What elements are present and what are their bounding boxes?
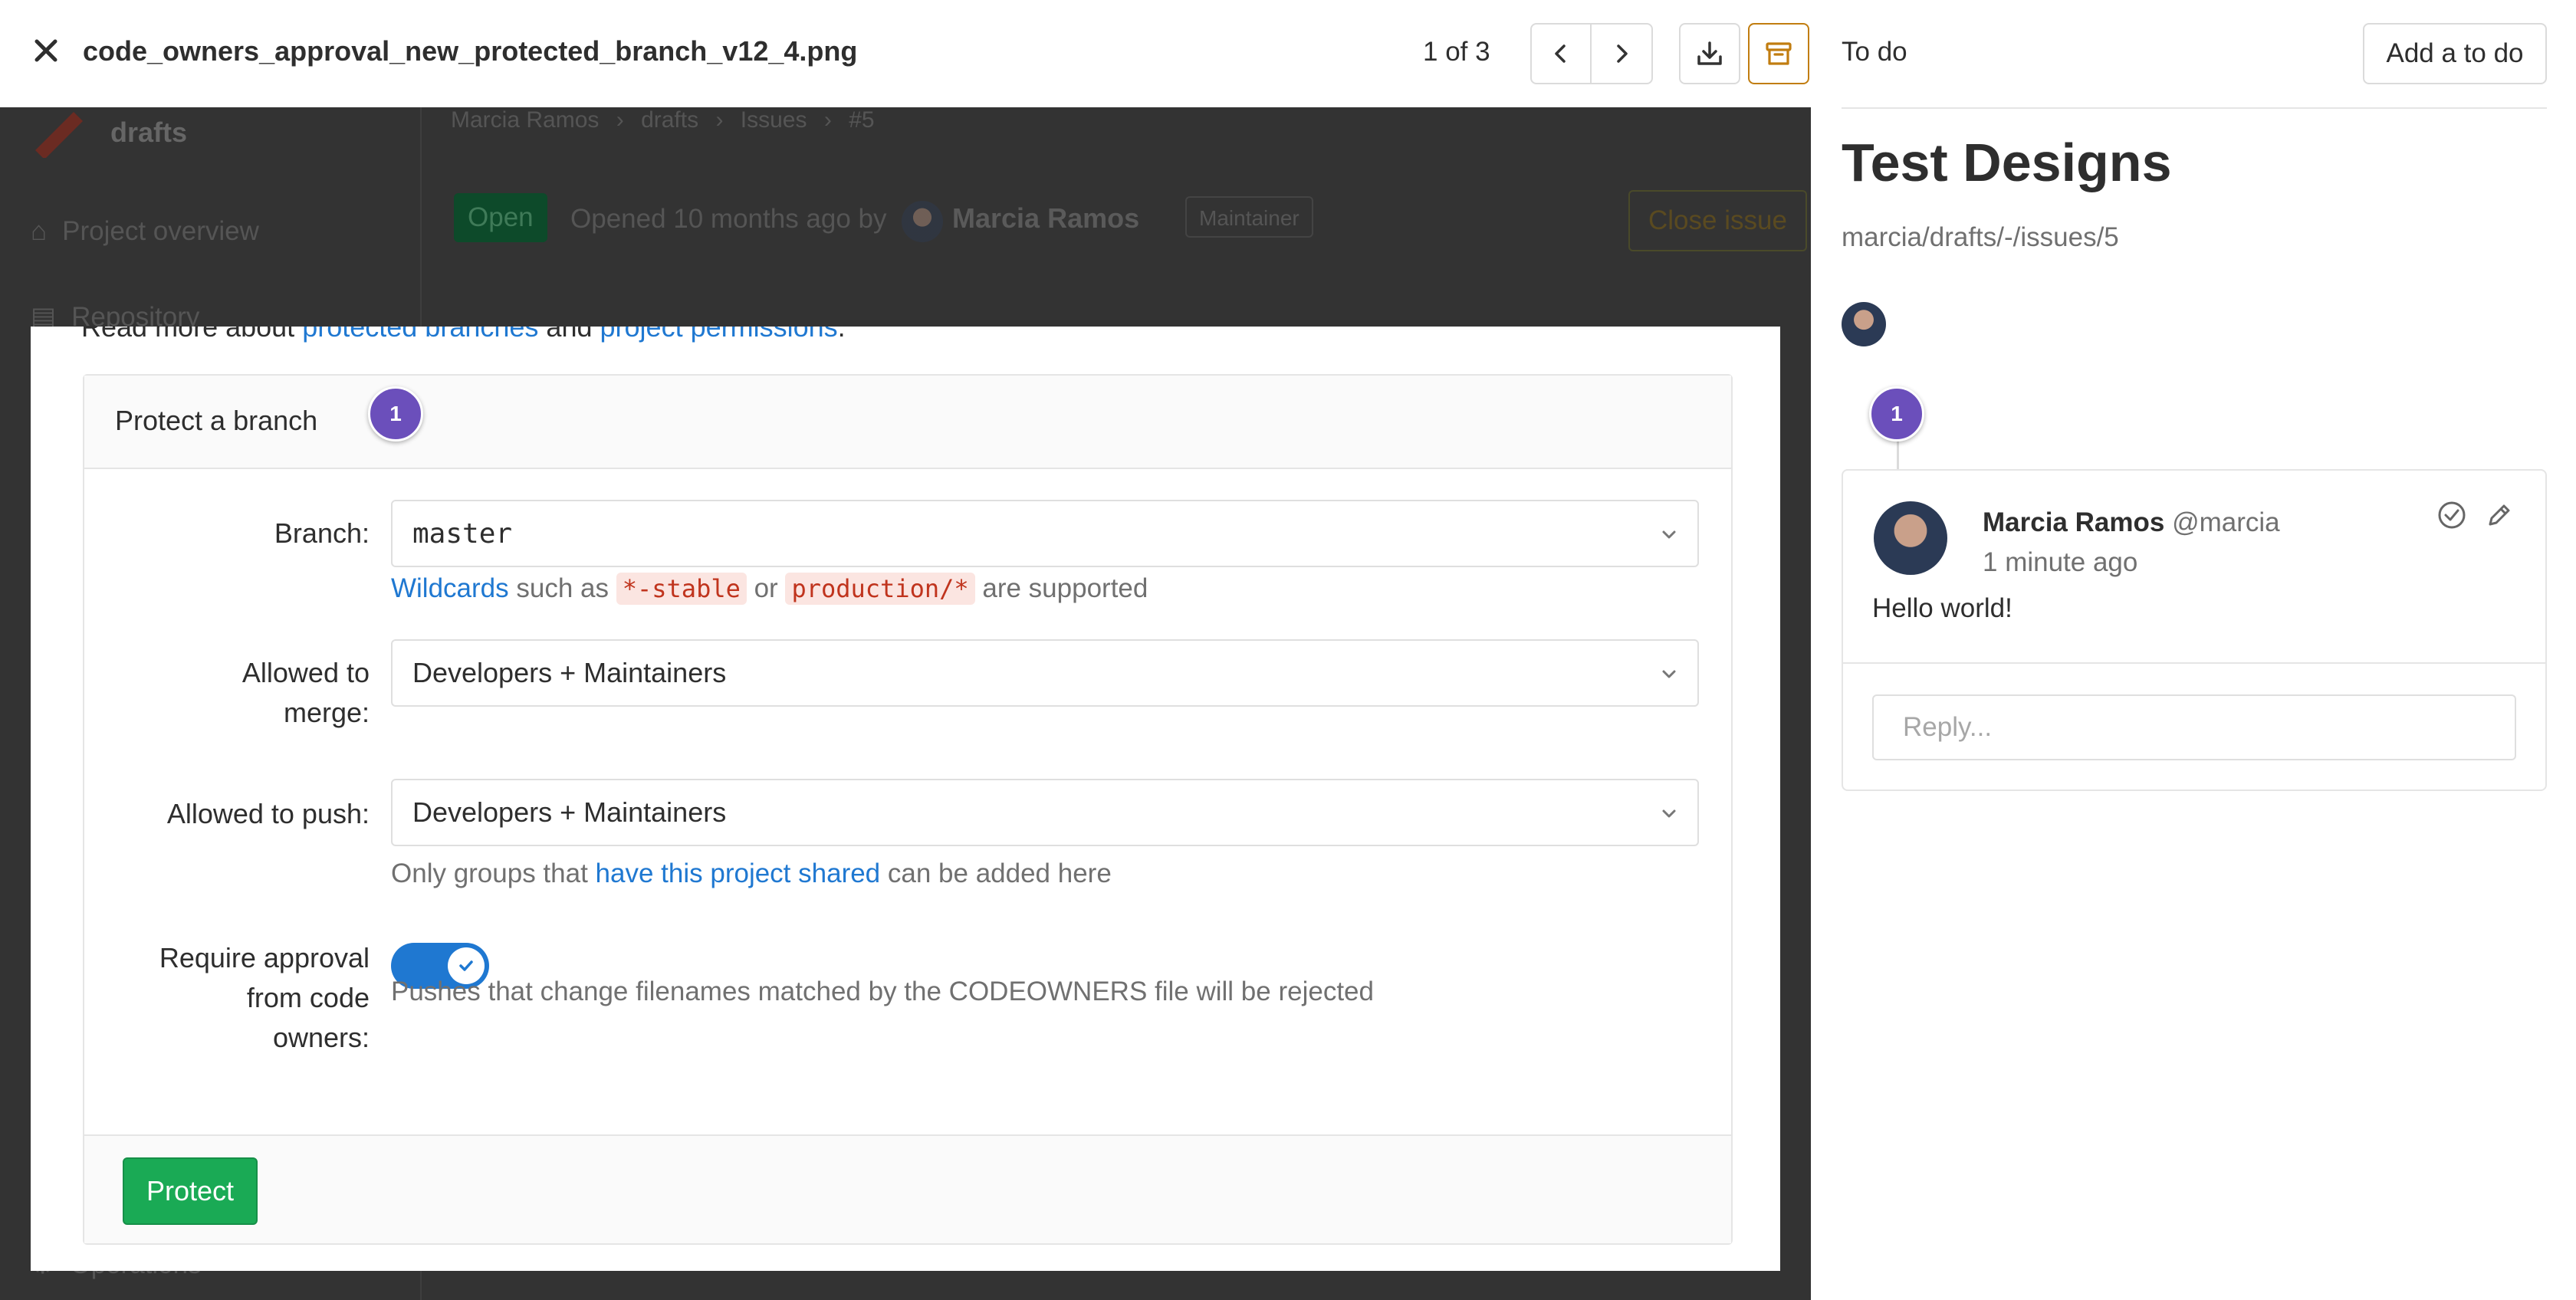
- wildcard-example-code: *-stable: [616, 573, 747, 605]
- panel-header: Protect a branch: [84, 376, 1731, 469]
- thread-pin[interactable]: 1: [1869, 386, 1924, 442]
- note-body: Hello world!: [1872, 593, 2013, 623]
- breadcrumb-item: #5: [849, 107, 875, 133]
- codeowners-help: Pushes that change filenames matched by …: [391, 977, 1374, 1006]
- design-title: Test Designs: [1842, 133, 2172, 192]
- panel-footer: Protect: [84, 1134, 1731, 1243]
- note-timestamp[interactable]: 1 minute ago: [1983, 547, 2137, 578]
- note-author: Marcia Ramos @marcia: [1983, 507, 2280, 538]
- next-design-button[interactable]: [1592, 25, 1651, 83]
- close-viewer-button[interactable]: [23, 31, 69, 77]
- background-author-avatar: [902, 201, 943, 242]
- background-opened-text: Opened 10 months ago by: [570, 204, 887, 234]
- wildcards-link: Wildcards: [391, 573, 509, 603]
- discussion-thread: Marcia Ramos @marcia 1 minute ago Hello …: [1842, 469, 2547, 791]
- push-value: Developers + Maintainers: [412, 796, 727, 828]
- label-line: Allowed to: [242, 657, 370, 688]
- pagination-count: 1 of 3: [1423, 37, 1490, 67]
- archive-design-button[interactable]: [1748, 23, 1809, 84]
- check-circle-icon: [2438, 501, 2466, 529]
- design-filename: code_owners_approval_new_protected_branc…: [83, 35, 858, 67]
- note-author-name[interactable]: Marcia Ramos: [1983, 507, 2164, 537]
- background-role-badge: Maintainer: [1185, 196, 1313, 238]
- wildcard-example-code: production/*: [785, 573, 975, 605]
- allowed-to-merge-label: Allowed to merge:: [84, 653, 370, 733]
- background-close-issue-button: Close issue: [1628, 190, 1807, 251]
- design-sidebar: To do Add a to do Test Designs marcia/dr…: [1811, 0, 2576, 1300]
- branch-label: Branch:: [274, 517, 370, 549]
- background-project-icon: [28, 107, 89, 159]
- check-icon: [459, 960, 473, 971]
- resolve-thread-button[interactable]: [2435, 498, 2469, 532]
- nav-item-label: Project overview: [62, 216, 259, 246]
- breadcrumb-item: Issues: [740, 107, 807, 133]
- chevron-down-icon: [1662, 670, 1676, 678]
- allowed-to-merge-select: Developers + Maintainers: [391, 639, 1699, 707]
- label-line: from code: [246, 982, 370, 1013]
- wildcards-or: or: [754, 573, 778, 603]
- push-help: Only groups that have this project share…: [391, 858, 1112, 889]
- download-button[interactable]: [1679, 23, 1740, 84]
- branch-select: master: [391, 500, 1699, 567]
- project-permissions-link: project permissions: [600, 327, 838, 343]
- todo-label: To do: [1842, 37, 1907, 67]
- allowed-to-push-select: Developers + Maintainers: [391, 779, 1699, 846]
- chevron-down-icon: [1662, 809, 1676, 818]
- pencil-icon: [2489, 504, 2510, 526]
- readmore-and: and: [546, 327, 593, 343]
- protect-branch-panel: Protect a branch Branch: master Wildcard…: [83, 374, 1733, 1245]
- merge-value: Developers + Maintainers: [412, 657, 727, 688]
- label-line: Require approval: [159, 942, 370, 973]
- background-nav-project-overview: ⌂ Project overview: [31, 216, 259, 246]
- sidebar-divider: [1842, 107, 2547, 109]
- chevron-right-icon: [1617, 44, 1628, 63]
- note-author-avatar[interactable]: [1874, 501, 1947, 575]
- project-shared-link: have this project shared: [595, 858, 881, 888]
- archive-icon: [1766, 42, 1792, 65]
- panel-title: Protect a branch: [115, 405, 318, 436]
- download-icon: [1697, 41, 1722, 65]
- readmore-text: Read more about protected branches and p…: [81, 327, 846, 343]
- breadcrumb-item: Marcia Ramos: [451, 107, 600, 133]
- background-author-name: Marcia Ramos: [952, 202, 1140, 234]
- require-codeowners-label: Require approval from code owners:: [84, 938, 370, 1058]
- viewer-toolbar: code_owners_approval_new_protected_branc…: [0, 0, 1811, 107]
- allowed-to-push-label: Allowed to push:: [166, 798, 370, 829]
- issue-path: marcia/drafts/-/issues/5: [1842, 222, 2119, 252]
- wildcards-help: Wildcards such as *-stable or production…: [391, 573, 1148, 605]
- discussion-pin[interactable]: 1: [368, 386, 423, 442]
- branch-value: master: [412, 517, 513, 550]
- reply-input[interactable]: [1872, 694, 2516, 760]
- readmore-suffix: .: [837, 327, 846, 343]
- protected-branches-link: protected branches: [302, 327, 539, 343]
- design-image[interactable]: Read more about protected branches and p…: [31, 327, 1780, 1271]
- background-status-badge: Open: [454, 193, 547, 242]
- chevron-down-icon: [1662, 530, 1676, 539]
- wildcards-text: such as: [516, 573, 609, 603]
- chevron-left-icon: [1555, 44, 1566, 63]
- background-breadcrumb: Marcia Ramos › drafts › Issues › #5: [451, 107, 875, 133]
- background-project-name: drafts: [110, 117, 188, 148]
- readmore-prefix: Read more about: [81, 327, 295, 343]
- thread-divider: [1843, 662, 2545, 664]
- add-todo-button[interactable]: Add a to do: [2363, 23, 2547, 84]
- protect-button: Protect: [123, 1157, 258, 1225]
- previous-design-button[interactable]: [1532, 25, 1592, 83]
- participant-avatar[interactable]: [1842, 302, 1886, 346]
- label-line: merge:: [283, 697, 370, 728]
- edit-comment-button[interactable]: [2482, 498, 2516, 532]
- push-help-text: can be added here: [887, 858, 1112, 888]
- breadcrumb-item: drafts: [641, 107, 699, 133]
- pagination-nav: [1530, 23, 1653, 84]
- label-line: owners:: [272, 1022, 370, 1053]
- close-icon: [34, 39, 58, 62]
- note-author-handle: @marcia: [2172, 507, 2280, 537]
- wildcards-text: are supported: [982, 573, 1148, 603]
- push-help-text: Only groups that: [391, 858, 588, 888]
